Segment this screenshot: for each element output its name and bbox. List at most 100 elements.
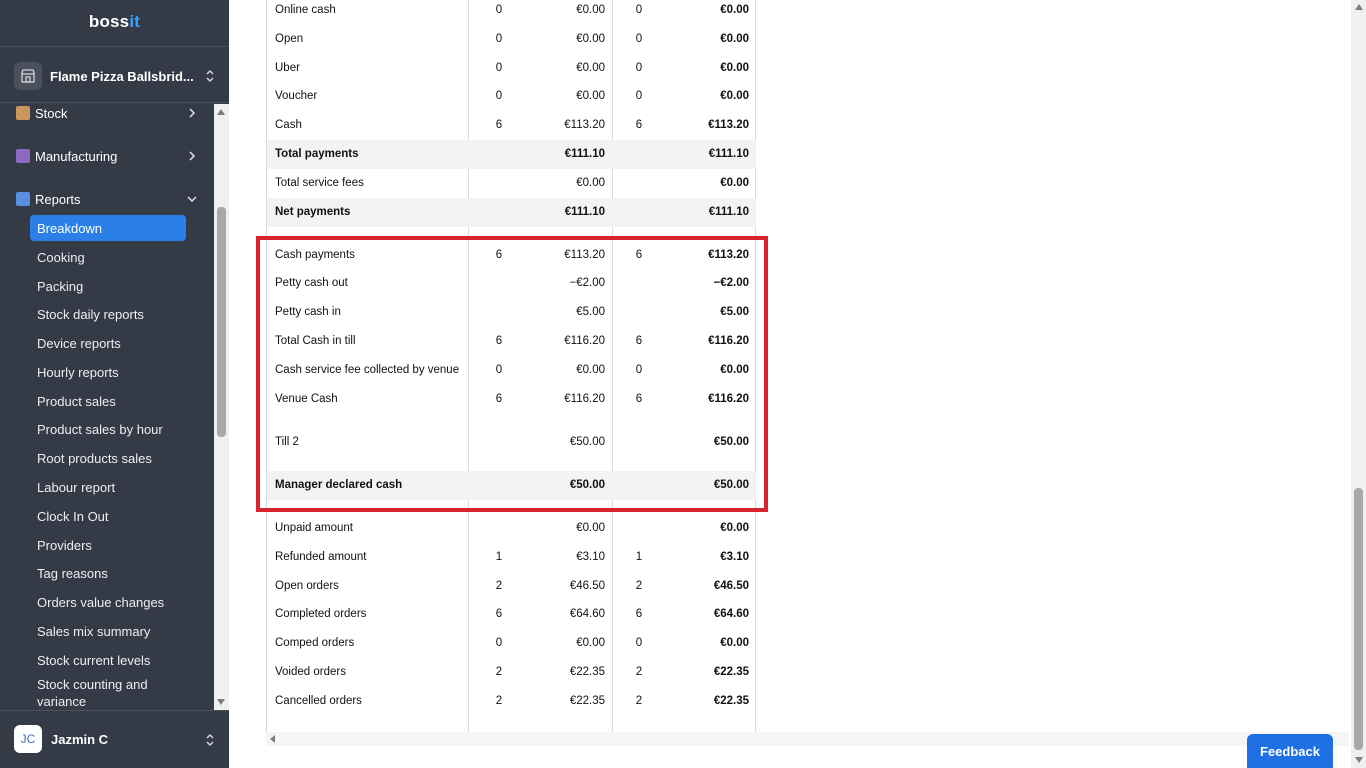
report-item-stock-current-levels[interactable]: Stock current levels <box>30 647 186 673</box>
venue-name: Flame Pizza Ballsbrid... <box>50 68 194 84</box>
page-scrollbar-thumb[interactable] <box>1354 488 1363 750</box>
report-item-packing[interactable]: Packing <box>30 273 186 299</box>
report-item-stock-daily-reports[interactable]: Stock daily reports <box>30 301 186 327</box>
venue-selector[interactable]: Flame Pizza Ballsbrid... <box>14 61 219 91</box>
amount-cell: €0.00 <box>576 90 605 102</box>
table-row: Voided orders 2 €22.35 2 €22.35 <box>267 658 756 687</box>
nav-section-stock[interactable]: Stock <box>0 104 214 127</box>
feedback-button[interactable]: Feedback <box>1247 734 1333 768</box>
amount-cell: €0.00 <box>720 90 749 102</box>
row-label: Net payments <box>275 206 351 218</box>
chevron-up-down-icon <box>206 733 214 747</box>
page-scrollbar[interactable] <box>1351 0 1366 768</box>
report-item-device-reports[interactable]: Device reports <box>30 330 186 356</box>
amount-cell: €0.00 <box>720 62 749 74</box>
report-item-product-sales-by-hour[interactable]: Product sales by hour <box>30 416 186 442</box>
chevron-down-icon <box>187 196 197 203</box>
nav-section-manufacturing[interactable]: Manufacturing <box>0 142 214 170</box>
amount-cell: €0.00 <box>720 522 749 534</box>
count-cell: 2 <box>495 666 503 678</box>
count-cell: 0 <box>635 33 643 45</box>
amount-cell: €111.10 <box>564 148 605 160</box>
report-item-root-products-sales[interactable]: Root products sales <box>30 445 186 471</box>
report-item-tag-reasons[interactable]: Tag reasons <box>30 560 186 586</box>
horizontal-scrollbar[interactable] <box>266 732 1349 746</box>
sidebar-nav[interactable]: Stock Manufacturing Reports Breakdown Co… <box>0 104 214 710</box>
scroll-up-arrow-icon[interactable] <box>217 109 225 115</box>
sidebar: bossit Flame Pizza Ballsbrid... Stock Ma… <box>0 0 229 768</box>
count-cell: 0 <box>495 33 503 45</box>
report-item-clock-in-out[interactable]: Clock In Out <box>30 503 186 529</box>
scroll-up-arrow-icon[interactable] <box>1355 4 1363 10</box>
nav-section-label: Manufacturing <box>35 149 118 164</box>
amount-cell: €0.00 <box>720 177 749 189</box>
report-item-providers[interactable]: Providers <box>30 532 186 558</box>
row-label: Voucher <box>275 90 318 102</box>
amount-cell: €0.00 <box>576 33 605 45</box>
amount-cell: €22.35 <box>713 695 749 707</box>
count-cell: 6 <box>635 119 643 131</box>
table-row: Open 0 €0.00 0 €0.00 <box>267 25 756 54</box>
table-row: Cash 6 €113.20 6 €113.20 <box>267 111 756 140</box>
user-menu[interactable]: JC Jazmin C <box>14 725 219 753</box>
amount-cell: €113.20 <box>564 119 605 131</box>
count-cell: 0 <box>635 4 643 16</box>
table-row: Total service fees €0.00 €0.00 <box>267 169 756 198</box>
report-item-sales-mix-summary[interactable]: Sales mix summary <box>30 618 186 644</box>
amount-cell: €3.10 <box>720 551 749 563</box>
table-row: Cancelled orders 2 €22.35 2 €22.35 <box>267 687 756 716</box>
count-cell: 6 <box>495 119 503 131</box>
table-row-total: Net payments €111.10 €111.10 <box>267 198 756 227</box>
box-icon <box>16 106 30 120</box>
scroll-left-arrow-icon[interactable] <box>270 735 275 743</box>
amount-cell: €64.60 <box>569 608 605 620</box>
row-label: Total payments <box>275 148 359 160</box>
amount-cell: €0.00 <box>576 637 605 649</box>
bar-chart-icon <box>16 192 30 206</box>
row-label: Online cash <box>275 4 336 16</box>
row-label: Open <box>275 33 304 45</box>
amount-cell: €113.20 <box>708 119 749 131</box>
nav-section-reports[interactable]: Reports <box>0 185 214 213</box>
scroll-down-arrow-icon[interactable] <box>217 699 225 705</box>
amount-cell: €111.10 <box>708 206 749 218</box>
divider <box>0 710 229 711</box>
row-label: Unpaid amount <box>275 522 353 534</box>
table-row: Open orders 2 €46.50 2 €46.50 <box>267 572 756 601</box>
row-label: Cancelled orders <box>275 695 362 707</box>
amount-cell: €0.00 <box>720 33 749 45</box>
report-item-product-sales[interactable]: Product sales <box>30 388 186 414</box>
amount-cell: €111.10 <box>564 206 605 218</box>
count-cell: 1 <box>635 551 643 563</box>
sidebar-scrollbar[interactable] <box>214 104 229 710</box>
row-label: Comped orders <box>275 637 355 649</box>
amount-cell: €3.10 <box>576 551 605 563</box>
table-row: Completed orders 6 €64.60 6 €64.60 <box>267 600 756 629</box>
report-item-hourly-reports[interactable]: Hourly reports <box>30 359 186 385</box>
count-cell: 0 <box>495 90 503 102</box>
report-item-orders-value-changes[interactable]: Orders value changes <box>30 589 186 615</box>
avatar: JC <box>14 725 42 753</box>
table-row: Voucher 0 €0.00 0 €0.00 <box>267 82 756 111</box>
row-label: Uber <box>275 62 300 74</box>
count-cell: 0 <box>495 62 503 74</box>
report-item-stock-counting-and-variance[interactable]: Stock counting and variance <box>30 676 186 710</box>
count-cell: 2 <box>495 580 503 592</box>
highlight-box <box>256 236 768 512</box>
table-row: Online cash 0 €0.00 0 €0.00 <box>267 0 756 25</box>
amount-cell: €0.00 <box>576 177 605 189</box>
sidebar-scrollbar-thumb[interactable] <box>217 207 226 437</box>
amount-cell: €22.35 <box>713 666 749 678</box>
bossit-logo[interactable]: bossit <box>0 12 229 32</box>
scroll-down-arrow-icon[interactable] <box>1355 757 1363 763</box>
report-item-cooking[interactable]: Cooking <box>30 244 186 270</box>
count-cell: 0 <box>495 4 503 16</box>
nav-section-label: Stock <box>35 106 68 121</box>
row-label: Cash <box>275 119 302 131</box>
report-item-breakdown[interactable]: Breakdown <box>30 215 186 241</box>
amount-cell: €22.35 <box>569 695 605 707</box>
report-item-labour-report[interactable]: Labour report <box>30 474 186 500</box>
count-cell: 2 <box>495 695 503 707</box>
count-cell: 0 <box>635 637 643 649</box>
amount-cell: €46.50 <box>713 580 749 592</box>
